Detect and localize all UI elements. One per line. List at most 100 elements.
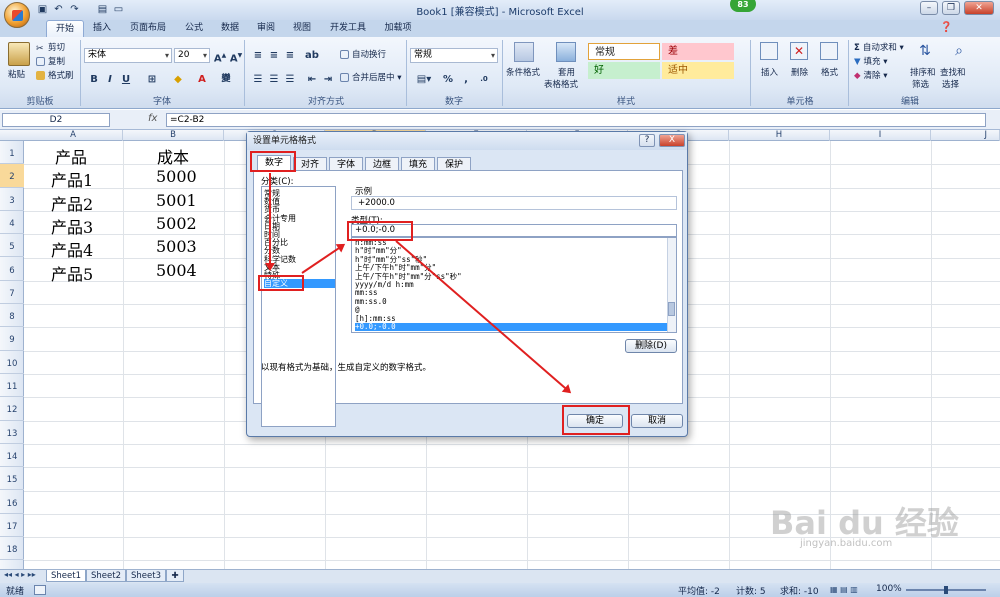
row-header[interactable]: 14 [0,444,24,468]
align-middle-icon[interactable]: ≡ [266,47,282,62]
row-header[interactable]: 15 [0,467,24,491]
autosum-button[interactable]: Σ 自动求和 ▾ [854,41,904,55]
number-format-select[interactable]: 常规 [410,48,498,63]
tab-developer[interactable]: 开发工具 [320,20,376,37]
format-list[interactable]: h:mm:ss h"时"mm"分" h"时"mm"分"ss"秒" 上午/下午h"时"m… [351,237,677,333]
close-button[interactable]: ✕ [964,1,994,15]
format-item[interactable]: [h]:mm:ss [355,314,667,323]
orientation-icon[interactable]: ab [304,47,320,62]
percent-button[interactable]: % [440,71,456,86]
dialog-help-button[interactable]: ? [639,134,655,147]
align-left-icon[interactable]: ☰ [250,71,266,86]
row-header[interactable]: 6 [0,258,24,281]
row-header[interactable]: 8 [0,304,24,328]
merge-center-button[interactable]: 合并后居中 ▾ [340,71,401,85]
accounting-format-icon[interactable]: ▤▾ [412,71,436,86]
row-header[interactable]: 10 [0,351,24,374]
bold-button[interactable]: B [86,71,102,86]
tab-review[interactable]: 审阅 [248,20,284,37]
row-header[interactable]: 16 [0,491,24,514]
comma-button[interactable]: , [458,71,474,86]
clear-button[interactable]: ◆ 清除 ▾ [854,69,888,83]
delete-format-button[interactable]: 删除(D) [625,339,677,353]
decrease-indent-icon[interactable]: ⇤ [304,71,320,86]
style-good[interactable]: 好 [588,62,660,79]
office-button[interactable] [4,2,30,28]
row-header[interactable]: 9 [0,327,24,351]
row-header[interactable]: 13 [0,421,24,444]
fx-icon[interactable]: fx [148,113,157,124]
name-box[interactable]: D2 [2,113,110,127]
sort-filter-icon[interactable]: ⇅ [916,42,934,60]
tab-view[interactable]: 视图 [284,20,320,37]
grow-font-button[interactable]: A▲ [212,47,228,64]
wrap-text-button[interactable]: 自动换行 [340,48,386,62]
dialog-tab-font[interactable]: 字体 [329,157,363,171]
sheet-tab-1[interactable]: Sheet1 [46,570,86,582]
delete-button[interactable]: 删除 [791,66,808,80]
increase-decimal-icon[interactable]: .0 [476,71,492,86]
table-format-button-2[interactable]: 表格格式 [544,78,578,92]
borders-icon[interactable]: ⊞ [144,71,160,86]
conditional-format-icon[interactable] [514,42,534,62]
insert-cells-icon[interactable] [760,42,778,60]
delete-cells-icon[interactable]: ✕ [790,42,808,60]
tab-page-layout[interactable]: 页面布局 [120,20,176,37]
row-header[interactable]: 12 [0,397,24,421]
column-header-a[interactable]: A [24,130,123,141]
category-list[interactable]: 常规数值货币会计专用日期时间百分比分数科学记数文本特殊自定义 [261,186,336,427]
row-header[interactable]: 1 [0,141,24,165]
italic-button[interactable]: I [102,71,118,86]
cell-b3[interactable]: 5001 [156,191,197,210]
align-top-icon[interactable]: ≡ [250,47,266,62]
format-button[interactable]: 格式 [821,66,838,80]
increase-indent-icon[interactable]: ⇥ [320,71,336,86]
format-painter-button[interactable]: 格式刷 [36,69,74,83]
cell-a2[interactable]: 产品1 [51,167,93,191]
insert-button[interactable]: 插入 [761,66,778,80]
underline-button[interactable]: U [118,71,134,86]
row-header[interactable]: 11 [0,374,24,398]
tab-addins[interactable]: 加载项 [376,20,420,37]
cell-b1[interactable]: 成本 [157,144,189,168]
cancel-button[interactable]: 取消 [631,414,683,428]
font-color-icon[interactable]: A [194,71,210,86]
fill-color-icon[interactable]: ◆ [170,71,186,86]
cell-a4[interactable]: 产品3 [51,214,93,238]
format-cells-icon[interactable] [820,42,838,60]
format-item[interactable]: +0.0;-0.0 [355,323,667,331]
copy-button[interactable]: 复制 [36,55,65,69]
macro-record-icon[interactable] [34,585,46,595]
tab-data[interactable]: 数据 [212,20,248,37]
format-item[interactable]: yyyy/m/d h:mm [355,281,667,289]
column-header-j[interactable]: J [931,130,1000,141]
dialog-tab-fill[interactable]: 填充 [401,157,435,171]
style-bad[interactable]: 差 [662,43,734,60]
formula-input[interactable]: =C2-B2 [166,113,986,127]
dialog-tab-border[interactable]: 边框 [365,157,399,171]
row-header[interactable]: 3 [0,188,24,211]
insert-sheet-icon[interactable]: ✚ [166,570,184,582]
phonetic-button[interactable]: 變 [218,71,234,86]
column-header-i[interactable]: I [830,130,931,141]
sheet-tab-2[interactable]: Sheet2 [86,570,126,582]
font-name-select[interactable]: 宋体 [84,48,172,63]
tab-insert[interactable]: 插入 [84,20,120,37]
sort-filter-button-2[interactable]: 筛选 [912,78,929,92]
row-header[interactable]: 7 [0,281,24,305]
shrink-font-button[interactable]: A▼ [228,47,244,64]
restore-button[interactable]: ❐ [942,1,960,15]
dialog-tab-alignment[interactable]: 对齐 [293,157,327,171]
row-header[interactable]: 4 [0,211,24,235]
cell-b6[interactable]: 5004 [156,261,197,280]
style-neutral[interactable]: 适中 [662,62,734,79]
scrollbar-thumb[interactable] [668,302,675,316]
style-normal[interactable]: 常规 [588,43,660,60]
format-list-scrollbar[interactable] [667,238,676,332]
conditional-format-button[interactable]: 条件格式 [506,66,540,80]
fill-button[interactable]: ▼ 填充 ▾ [854,55,888,69]
row-header[interactable]: 5 [0,234,24,258]
tab-formulas[interactable]: 公式 [176,20,212,37]
find-select-button-2[interactable]: 选择 [942,78,959,92]
paste-button[interactable]: 粘贴 [8,68,25,82]
